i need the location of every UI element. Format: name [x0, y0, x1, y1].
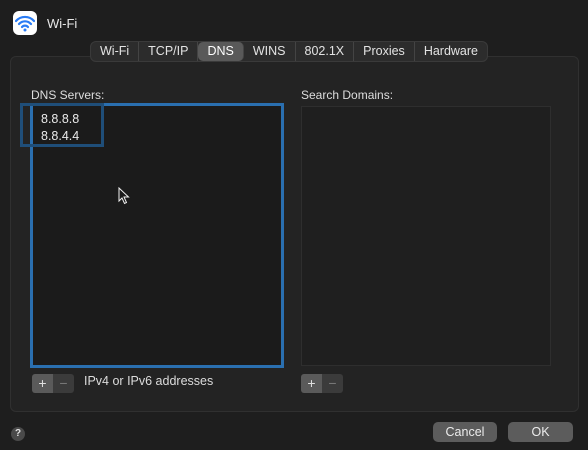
help-button[interactable]: ? [11, 427, 25, 441]
dns-server-item[interactable]: 8.8.8.8 [41, 112, 79, 126]
mouse-pointer-icon [118, 186, 130, 210]
search-domains-label: Search Domains: [301, 88, 394, 102]
cancel-button[interactable]: Cancel [433, 422, 497, 442]
window-titlebar: Wi-Fi [0, 0, 588, 44]
tab-wins[interactable]: WINS [244, 42, 296, 61]
dns-server-item[interactable]: 8.8.4.4 [41, 129, 79, 143]
remove-dns-server-button[interactable]: − [53, 374, 74, 393]
tab-dns[interactable]: DNS [198, 42, 244, 61]
add-search-domain-button[interactable]: + [301, 374, 322, 393]
search-domains-list[interactable] [301, 106, 551, 366]
tab-proxies[interactable]: Proxies [354, 42, 415, 61]
dns-servers-list[interactable]: 8.8.8.8 8.8.4.4 [30, 103, 284, 368]
wifi-icon [13, 11, 37, 35]
tab-wifi[interactable]: Wi-Fi [91, 42, 140, 61]
add-dns-server-button[interactable]: + [32, 374, 53, 393]
dns-servers-label: DNS Servers: [31, 88, 105, 102]
ok-button[interactable]: OK [508, 422, 573, 442]
window-title: Wi-Fi [47, 16, 78, 31]
tab-tcpip[interactable]: TCP/IP [139, 42, 199, 61]
tab-bar: Wi-Fi TCP/IP DNS WINS 802.1X Proxies Har… [90, 41, 488, 62]
tab-8021x[interactable]: 802.1X [296, 42, 355, 61]
remove-search-domain-button[interactable]: − [322, 374, 343, 393]
dns-hint-text: IPv4 or IPv6 addresses [84, 374, 214, 388]
tab-hardware[interactable]: Hardware [415, 42, 487, 61]
